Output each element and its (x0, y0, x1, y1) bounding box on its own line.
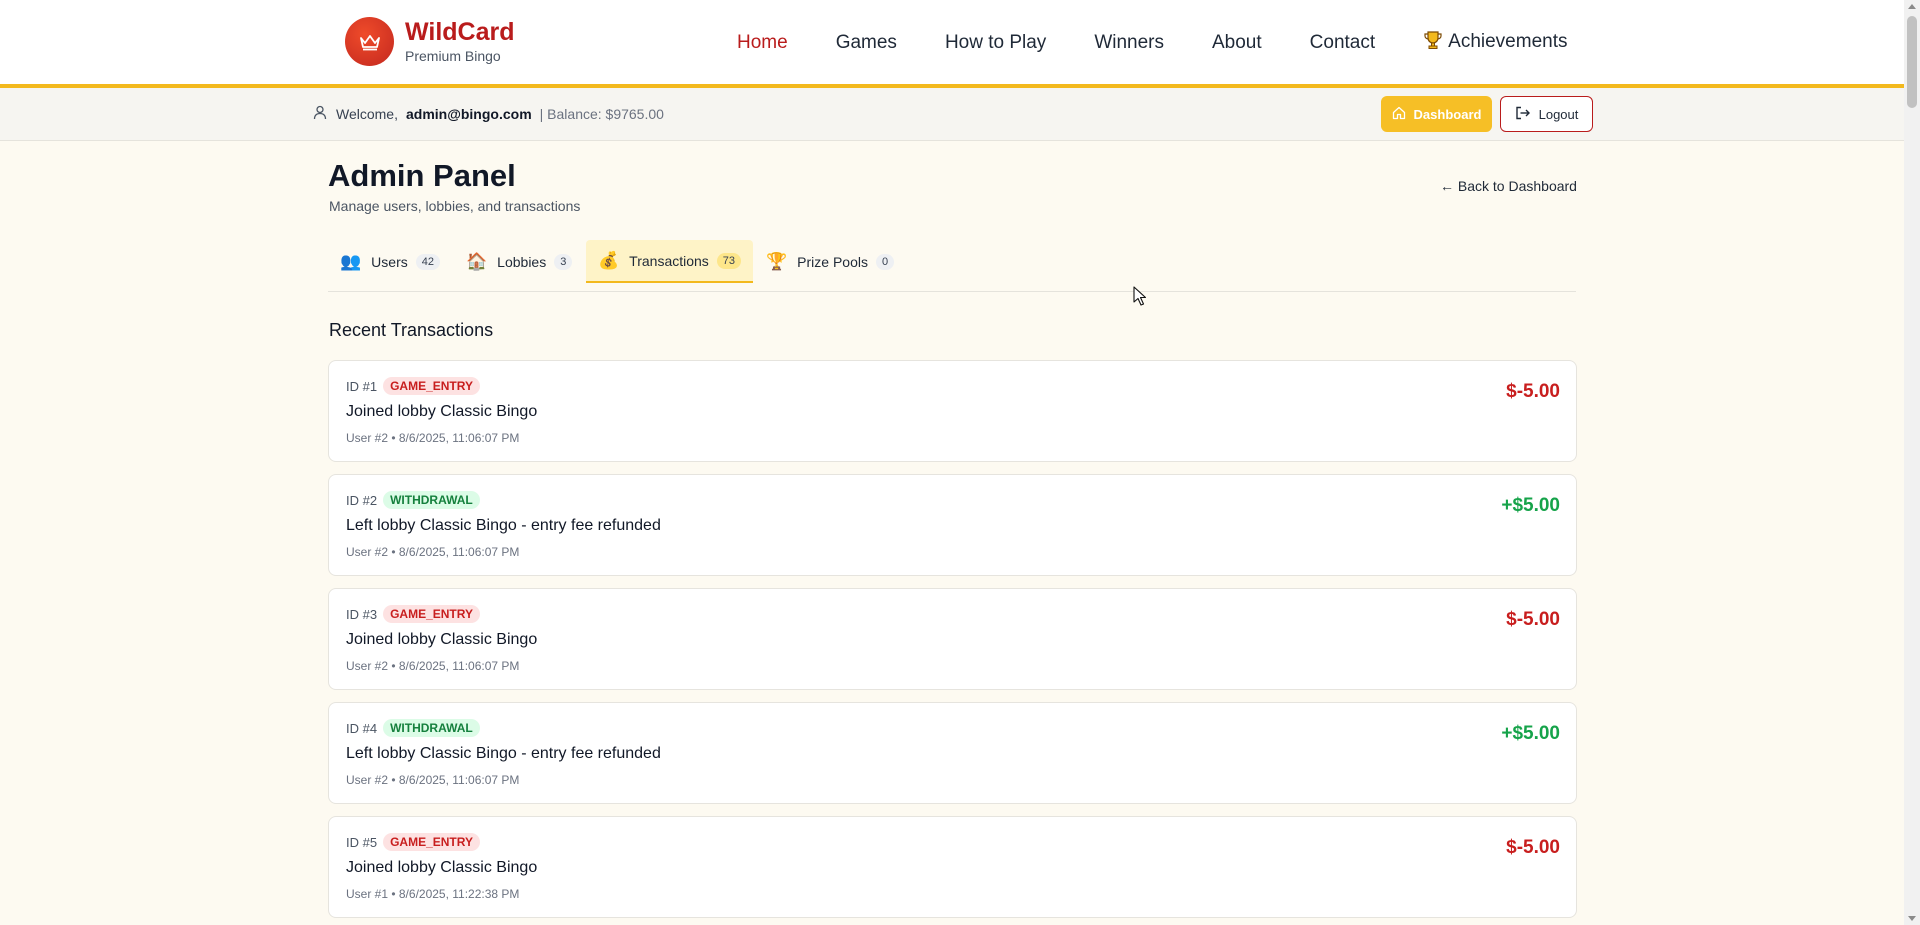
tab-lobbies[interactable]: 🏠 Lobbies 3 (454, 240, 584, 283)
tab-count: 3 (554, 253, 573, 270)
scroll-down-arrow-icon[interactable] (1908, 916, 1916, 921)
back-to-dashboard-link[interactable]: ← Back to Dashboard (1440, 178, 1577, 194)
transaction-meta: User #2 • 8/6/2025, 11:06:07 PM (346, 773, 520, 787)
money-bag-icon: 💰 (598, 250, 620, 270)
transaction-description: Joined lobby Classic Bingo (346, 631, 538, 648)
user-bar: Welcome, admin@bingo.com | Balance: $976… (0, 88, 1904, 141)
nav-how-to-play[interactable]: How to Play (945, 32, 1046, 54)
transaction-id: ID #4 (346, 720, 378, 736)
transaction-card[interactable]: ID #1 GAME_ENTRY Joined lobby Classic Bin… (328, 360, 1577, 462)
brand-name: WildCard (405, 18, 515, 46)
brand-logo[interactable]: WildCard Premium Bingo (345, 17, 515, 66)
users-icon: 👥 (340, 251, 362, 271)
page-scrollbar[interactable] (1904, 0, 1920, 925)
house-icon: 🏠 (466, 251, 488, 271)
transaction-card[interactable]: ID #5 GAME_ENTRY Joined lobby Classic Bin… (328, 816, 1577, 918)
tab-transactions[interactable]: 💰 Transactions 73 (586, 240, 754, 283)
transaction-description: Joined lobby Classic Bingo (346, 859, 538, 876)
type-badge: GAME_ENTRY (383, 833, 480, 851)
tab-label: Lobbies (497, 253, 547, 270)
transaction-meta: User #2 • 8/6/2025, 11:06:07 PM (346, 545, 520, 559)
nav-home[interactable]: Home (737, 32, 788, 54)
user-email: admin@bingo.com (405, 106, 532, 122)
page-title: Admin Panel (328, 158, 516, 193)
transaction-amount: +$5.00 (1501, 495, 1560, 516)
scrollbar-thumb[interactable] (1907, 16, 1917, 108)
trophy-icon: 🏆 (766, 251, 788, 271)
nav-contact[interactable]: Contact (1310, 32, 1375, 54)
tab-count: 73 (716, 252, 742, 269)
tab-users[interactable]: 👥 Users 42 (328, 240, 452, 283)
nav-winners[interactable]: Winners (1094, 32, 1164, 54)
transaction-meta: User #2 • 8/6/2025, 11:06:07 PM (346, 431, 520, 445)
transaction-card[interactable]: ID #2 WITHDRAWAL Left lobby Classic Bingo… (328, 474, 1577, 576)
transaction-amount: $-5.00 (1506, 837, 1560, 858)
tab-label: Transactions (629, 252, 709, 269)
logout-icon (1515, 106, 1531, 123)
admin-tabs: 👥 Users 42 🏠 Lobbies 3 💰 Transactions 73… (328, 240, 1576, 292)
type-badge: WITHDRAWAL (383, 719, 480, 737)
balance-text: | Balance: $9765.00 (539, 106, 664, 122)
transaction-id: ID #1 (346, 378, 378, 394)
brand-tagline: Premium Bingo (405, 48, 501, 64)
crown-icon (345, 17, 394, 66)
nav-games[interactable]: Games (836, 32, 897, 54)
main-nav: Home Games How to Play Winners About Con… (737, 30, 1567, 56)
section-title: Recent Transactions (329, 320, 494, 340)
transaction-meta: User #1 • 8/6/2025, 11:22:38 PM (346, 887, 520, 901)
transaction-card[interactable]: ID #4 WITHDRAWAL Left lobby Classic Bingo… (328, 702, 1577, 804)
transaction-description: Left lobby Classic Bingo - entry fee ref… (346, 745, 661, 762)
transaction-id: ID #5 (346, 834, 378, 850)
logout-button-label: Logout (1538, 106, 1579, 122)
type-badge: WITHDRAWAL (383, 491, 480, 509)
transaction-description: Left lobby Classic Bingo - entry fee ref… (346, 517, 661, 534)
tab-count: 0 (875, 253, 895, 270)
dashboard-button-label: Dashboard (1413, 106, 1482, 122)
nav-achievements[interactable]: Achievements (1423, 30, 1567, 56)
transaction-amount: $-5.00 (1506, 609, 1560, 630)
tab-label: Users (371, 253, 408, 270)
transaction-card[interactable]: ID #3 GAME_ENTRY Joined lobby Classic Bin… (328, 588, 1577, 690)
scroll-up-arrow-icon[interactable] (1908, 4, 1916, 9)
type-badge: GAME_ENTRY (383, 377, 480, 395)
home-icon (1392, 106, 1406, 123)
tab-count: 42 (415, 253, 440, 270)
user-icon (313, 105, 327, 123)
type-badge: GAME_ENTRY (383, 605, 480, 623)
top-navbar: WildCard Premium Bingo Home Games How to… (0, 0, 1904, 88)
transaction-list: ID #1 GAME_ENTRY Joined lobby Classic Bin… (328, 360, 1577, 925)
tab-label: Prize Pools (797, 253, 868, 270)
nav-about[interactable]: About (1212, 32, 1262, 54)
tab-prize-pools[interactable]: 🏆 Prize Pools 0 (754, 240, 906, 283)
page-subtitle: Manage users, lobbies, and transactions (329, 198, 581, 214)
welcome-label: Welcome, (336, 106, 398, 122)
trophy-icon (1423, 30, 1443, 56)
transaction-meta: User #2 • 8/6/2025, 11:06:07 PM (346, 659, 520, 673)
transaction-amount: $-5.00 (1506, 381, 1560, 402)
dashboard-button[interactable]: Dashboard (1381, 96, 1492, 132)
logout-button[interactable]: Logout (1500, 96, 1593, 132)
transaction-id: ID #3 (346, 606, 378, 622)
transaction-amount: +$5.00 (1501, 723, 1560, 744)
welcome-text: Welcome, admin@bingo.com | Balance: $976… (313, 105, 664, 123)
mouse-cursor-icon (1133, 286, 1147, 312)
transaction-id: ID #2 (346, 492, 378, 508)
nav-achievements-label: Achievements (1448, 31, 1568, 52)
transaction-description: Joined lobby Classic Bingo (346, 403, 538, 420)
